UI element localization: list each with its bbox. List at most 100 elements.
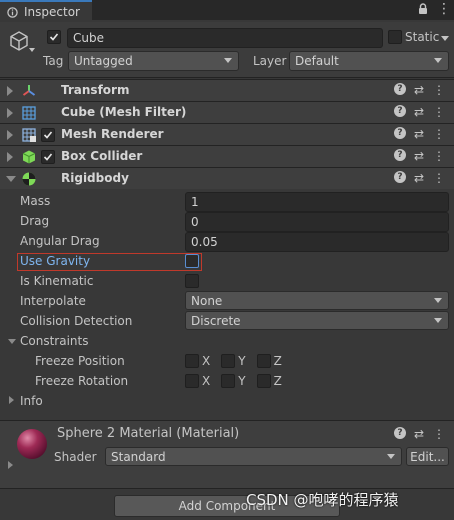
chevron-down-icon — [224, 58, 232, 63]
more-menu-icon[interactable]: ⋮ — [432, 149, 446, 163]
tab-inspector[interactable]: Inspector — [0, 0, 92, 22]
object-name-field[interactable]: Cube — [67, 28, 383, 48]
component-title: Rigidbody — [61, 171, 129, 185]
lock-icon[interactable] — [418, 3, 428, 15]
component-mesh-filter[interactable]: Cube (Mesh Filter) ? ⇄ ⋮ — [0, 101, 454, 123]
tab-bar: Inspector ⋮ — [0, 0, 454, 22]
freeze-position-axes: X Y Z — [185, 354, 290, 368]
foldout-arrow[interactable] — [7, 152, 13, 162]
freeze-position-x-checkbox[interactable] — [185, 354, 199, 368]
layer-dropdown[interactable]: Default — [289, 51, 449, 71]
freeze-position-y-checkbox[interactable] — [221, 354, 236, 368]
component-box-collider[interactable]: Box Collider ? ⇄ ⋮ — [0, 145, 454, 167]
more-menu-icon[interactable]: ⋮ — [432, 171, 446, 185]
help-icon[interactable]: ? — [394, 83, 406, 95]
prop-angular-drag: Angular Drag 0.05 — [0, 231, 454, 252]
preset-icon[interactable]: ⇄ — [412, 149, 426, 163]
preset-icon[interactable]: ⇄ — [412, 127, 426, 141]
component-rigidbody[interactable]: Rigidbody ? ⇄ ⋮ — [0, 167, 454, 189]
foldout-arrow[interactable] — [7, 130, 13, 140]
drag-value: 0 — [191, 215, 199, 229]
info-icon — [7, 6, 18, 18]
drag-field[interactable]: 0 — [185, 212, 449, 232]
chevron-down-icon — [434, 318, 442, 323]
preset-icon[interactable]: ⇄ — [412, 427, 426, 441]
constraints-label: Constraints — [20, 334, 89, 348]
help-icon[interactable]: ? — [394, 427, 406, 439]
foldout-arrow[interactable] — [6, 176, 16, 182]
axis-y-label: Y — [238, 374, 246, 388]
enabled-checkbox[interactable] — [41, 128, 55, 142]
interpolate-label: Interpolate — [20, 294, 86, 308]
material-preview[interactable] — [17, 429, 47, 459]
shader-dropdown[interactable]: Standard — [105, 447, 402, 466]
shader-value: Standard — [111, 449, 166, 464]
collision-detection-dropdown[interactable]: Discrete — [185, 311, 449, 330]
more-menu-icon[interactable]: ⋮ — [437, 2, 451, 16]
freeze-position-label: Freeze Position — [35, 354, 125, 368]
preset-icon[interactable]: ⇄ — [412, 171, 426, 185]
mass-field[interactable]: 1 — [185, 192, 449, 212]
freeze-rotation-label: Freeze Rotation — [35, 374, 129, 388]
axis-x-label: X — [202, 374, 211, 388]
mass-value: 1 — [191, 195, 199, 209]
is-kinematic-checkbox[interactable] — [185, 274, 199, 288]
prop-freeze-position: Freeze Position X Y Z — [0, 351, 454, 371]
freeze-rotation-z-checkbox[interactable] — [256, 374, 271, 388]
tag-dropdown[interactable]: Untagged — [68, 51, 239, 71]
more-menu-icon[interactable]: ⋮ — [432, 427, 446, 441]
material-header-icons: ? ⇄ ⋮ — [394, 427, 446, 441]
foldout-arrow[interactable] — [9, 396, 14, 404]
help-icon[interactable]: ? — [394, 127, 406, 139]
prop-constraints[interactable]: Constraints — [0, 331, 454, 351]
more-menu-icon[interactable]: ⋮ — [432, 83, 446, 97]
check-icon — [49, 33, 59, 41]
static-label: Static — [405, 30, 440, 44]
component-transform[interactable]: Transform ? ⇄ ⋮ — [0, 79, 454, 101]
axis-y-label: Y — [238, 354, 246, 368]
prop-mass: Mass 1 — [0, 191, 454, 212]
enabled-checkbox[interactable] — [41, 150, 55, 164]
static-dropdown-arrow[interactable] — [441, 36, 449, 41]
layer-label: Layer — [253, 54, 287, 68]
component-title: Box Collider — [61, 149, 143, 163]
drag-label: Drag — [20, 214, 50, 228]
preset-icon[interactable]: ⇄ — [412, 83, 426, 97]
rigidbody-icon — [22, 172, 36, 186]
foldout-arrow[interactable] — [8, 339, 16, 344]
tab-label: Inspector — [24, 5, 80, 19]
tag-value: Untagged — [74, 54, 133, 68]
box-collider-icon — [22, 150, 36, 164]
shader-label: Shader — [54, 450, 97, 464]
freeze-rotation-x-checkbox[interactable] — [185, 374, 199, 388]
foldout-arrow[interactable] — [7, 108, 13, 118]
watermark: CSDN @咆哮的程序猿 — [246, 491, 399, 509]
angular-drag-field[interactable]: 0.05 — [185, 232, 449, 252]
active-checkbox[interactable] — [47, 30, 61, 44]
more-menu-icon[interactable]: ⋮ — [432, 105, 446, 119]
help-icon[interactable]: ? — [394, 105, 406, 117]
more-menu-icon[interactable]: ⋮ — [432, 127, 446, 141]
edit-shader-button[interactable]: Edit... — [406, 447, 449, 466]
component-header-icons: ? ⇄ ⋮ — [394, 127, 446, 141]
icon-dropdown-arrow[interactable] — [29, 48, 35, 52]
foldout-arrow[interactable] — [8, 461, 13, 469]
component-title: Cube (Mesh Filter) — [61, 105, 187, 119]
freeze-rotation-y-checkbox[interactable] — [221, 374, 236, 388]
preset-icon[interactable]: ⇄ — [412, 105, 426, 119]
object-name-value: Cube — [73, 31, 104, 45]
prop-info[interactable]: Info — [0, 391, 454, 411]
interpolate-value: None — [191, 293, 223, 308]
cube-icon — [10, 31, 28, 51]
prop-interpolate: Interpolate None — [0, 291, 454, 311]
help-icon[interactable]: ? — [394, 149, 406, 161]
help-icon[interactable]: ? — [394, 171, 406, 183]
chevron-down-icon — [387, 454, 395, 459]
material-name: Sphere 2 Material (Material) — [57, 426, 240, 441]
prop-freeze-rotation: Freeze Rotation X Y Z — [0, 371, 454, 391]
component-mesh-renderer[interactable]: Mesh Renderer ? ⇄ ⋮ — [0, 123, 454, 145]
interpolate-dropdown[interactable]: None — [185, 291, 449, 310]
freeze-position-z-checkbox[interactable] — [256, 354, 271, 368]
static-checkbox[interactable] — [388, 30, 402, 44]
foldout-arrow[interactable] — [7, 86, 13, 96]
